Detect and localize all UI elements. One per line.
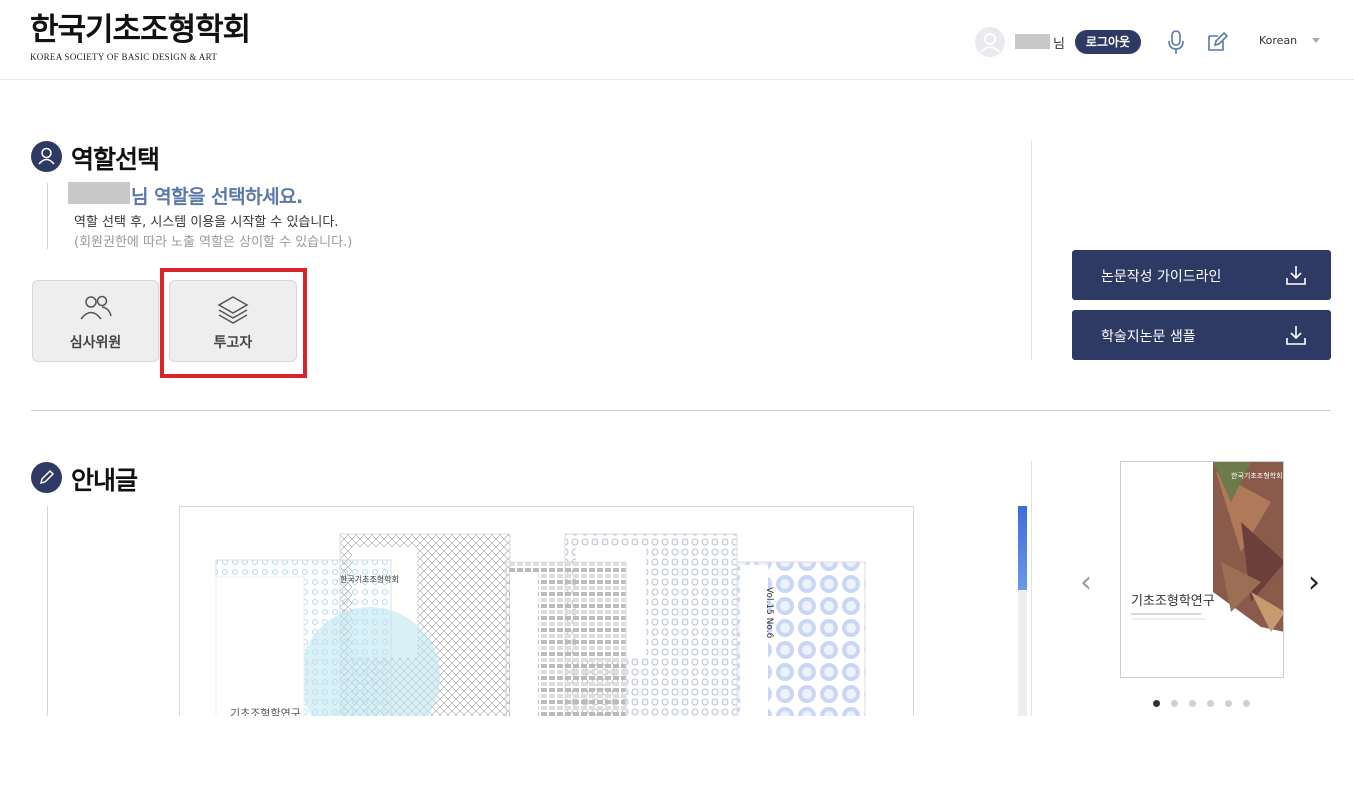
- role-section-title: 역할선택: [71, 145, 160, 174]
- download-icon: [1286, 266, 1306, 285]
- avatar: [975, 27, 1005, 57]
- carousel-journal-text: 기초조형학연구: [1131, 594, 1215, 609]
- carousel-dot[interactable]: [1207, 700, 1214, 707]
- selection-highlight: [160, 268, 307, 378]
- download-guideline-button[interactable]: 논문작성 가이드라인: [1072, 250, 1331, 300]
- vertical-divider: [1031, 140, 1032, 360]
- scrollbar-thumb[interactable]: [1018, 506, 1027, 590]
- site-logo[interactable]: 한국기초조형학회 KOREA SOCIETY OF BASIC DESIGN &…: [30, 10, 251, 62]
- role-heading: 님 역할을 선택하세요.: [131, 186, 303, 208]
- carousel-dot[interactable]: [1189, 700, 1196, 707]
- section-divider: [31, 410, 1331, 411]
- user-icon: [31, 141, 62, 172]
- download-sample-label: 학술지논문 샘플: [1101, 329, 1196, 345]
- download-guideline-label: 논문작성 가이드라인: [1101, 269, 1222, 285]
- carousel-dot[interactable]: [1225, 700, 1232, 707]
- notice-section-title: 안내글: [71, 466, 138, 495]
- vertical-divider: [1031, 461, 1032, 716]
- carousel-prev-arrow-icon[interactable]: ‹: [1080, 568, 1092, 598]
- users-icon: [79, 295, 112, 320]
- logo-korean-text: 한국기초조형학회: [30, 12, 251, 48]
- journal-covers-image: Vol.15 No.6 한국기초조형학회 기초조형학연구: [215, 533, 866, 726]
- role-description: 역할 선택 후, 시스템 이용을 시작할 수 있습니다.: [74, 215, 339, 230]
- user-avatar-icon: [980, 33, 1000, 53]
- download-icon: [1286, 326, 1306, 345]
- carousel-next-arrow-icon[interactable]: ›: [1308, 568, 1320, 598]
- cover-society-text: 한국기초조형학회: [340, 574, 399, 584]
- role-button-reviewer[interactable]: 심사위원: [32, 280, 159, 362]
- role-note: (회원권한에 따라 노출 역할은 상이할 수 있습니다.): [74, 235, 353, 250]
- guide-bar: [47, 506, 48, 716]
- logout-button[interactable]: 로그아웃: [1075, 30, 1141, 54]
- user-suffix: 님: [1053, 37, 1065, 52]
- guide-bar: [47, 183, 48, 249]
- microphone-icon[interactable]: [1166, 29, 1186, 55]
- site-header: 한국기초조형학회 KOREA SOCIETY OF BASIC DESIGN &…: [0, 0, 1354, 80]
- carousel-dot[interactable]: [1243, 700, 1250, 707]
- carousel-cover-image[interactable]: 기초조형학연구 한국기초조형학회: [1120, 461, 1284, 678]
- carousel-dot[interactable]: [1153, 700, 1160, 707]
- edit-icon[interactable]: [1205, 30, 1229, 54]
- chevron-down-icon[interactable]: [1312, 38, 1320, 43]
- pencil-icon: [31, 462, 62, 493]
- name-redacted: [68, 182, 130, 204]
- download-sample-button[interactable]: 학술지논문 샘플: [1072, 310, 1331, 360]
- notice-image: Vol.15 No.6 한국기초조형학회 기초조형학연구: [179, 506, 914, 726]
- role-label-reviewer: 심사위원: [69, 335, 122, 351]
- logo-english-text: KOREA SOCIETY OF BASIC DESIGN & ART: [30, 52, 218, 62]
- carousel-society-text: 한국기초조형학회: [1231, 471, 1283, 480]
- cover-vol-text: Vol.15 No.6: [764, 587, 774, 639]
- carousel-dot[interactable]: [1171, 700, 1178, 707]
- username-redacted: [1015, 34, 1050, 49]
